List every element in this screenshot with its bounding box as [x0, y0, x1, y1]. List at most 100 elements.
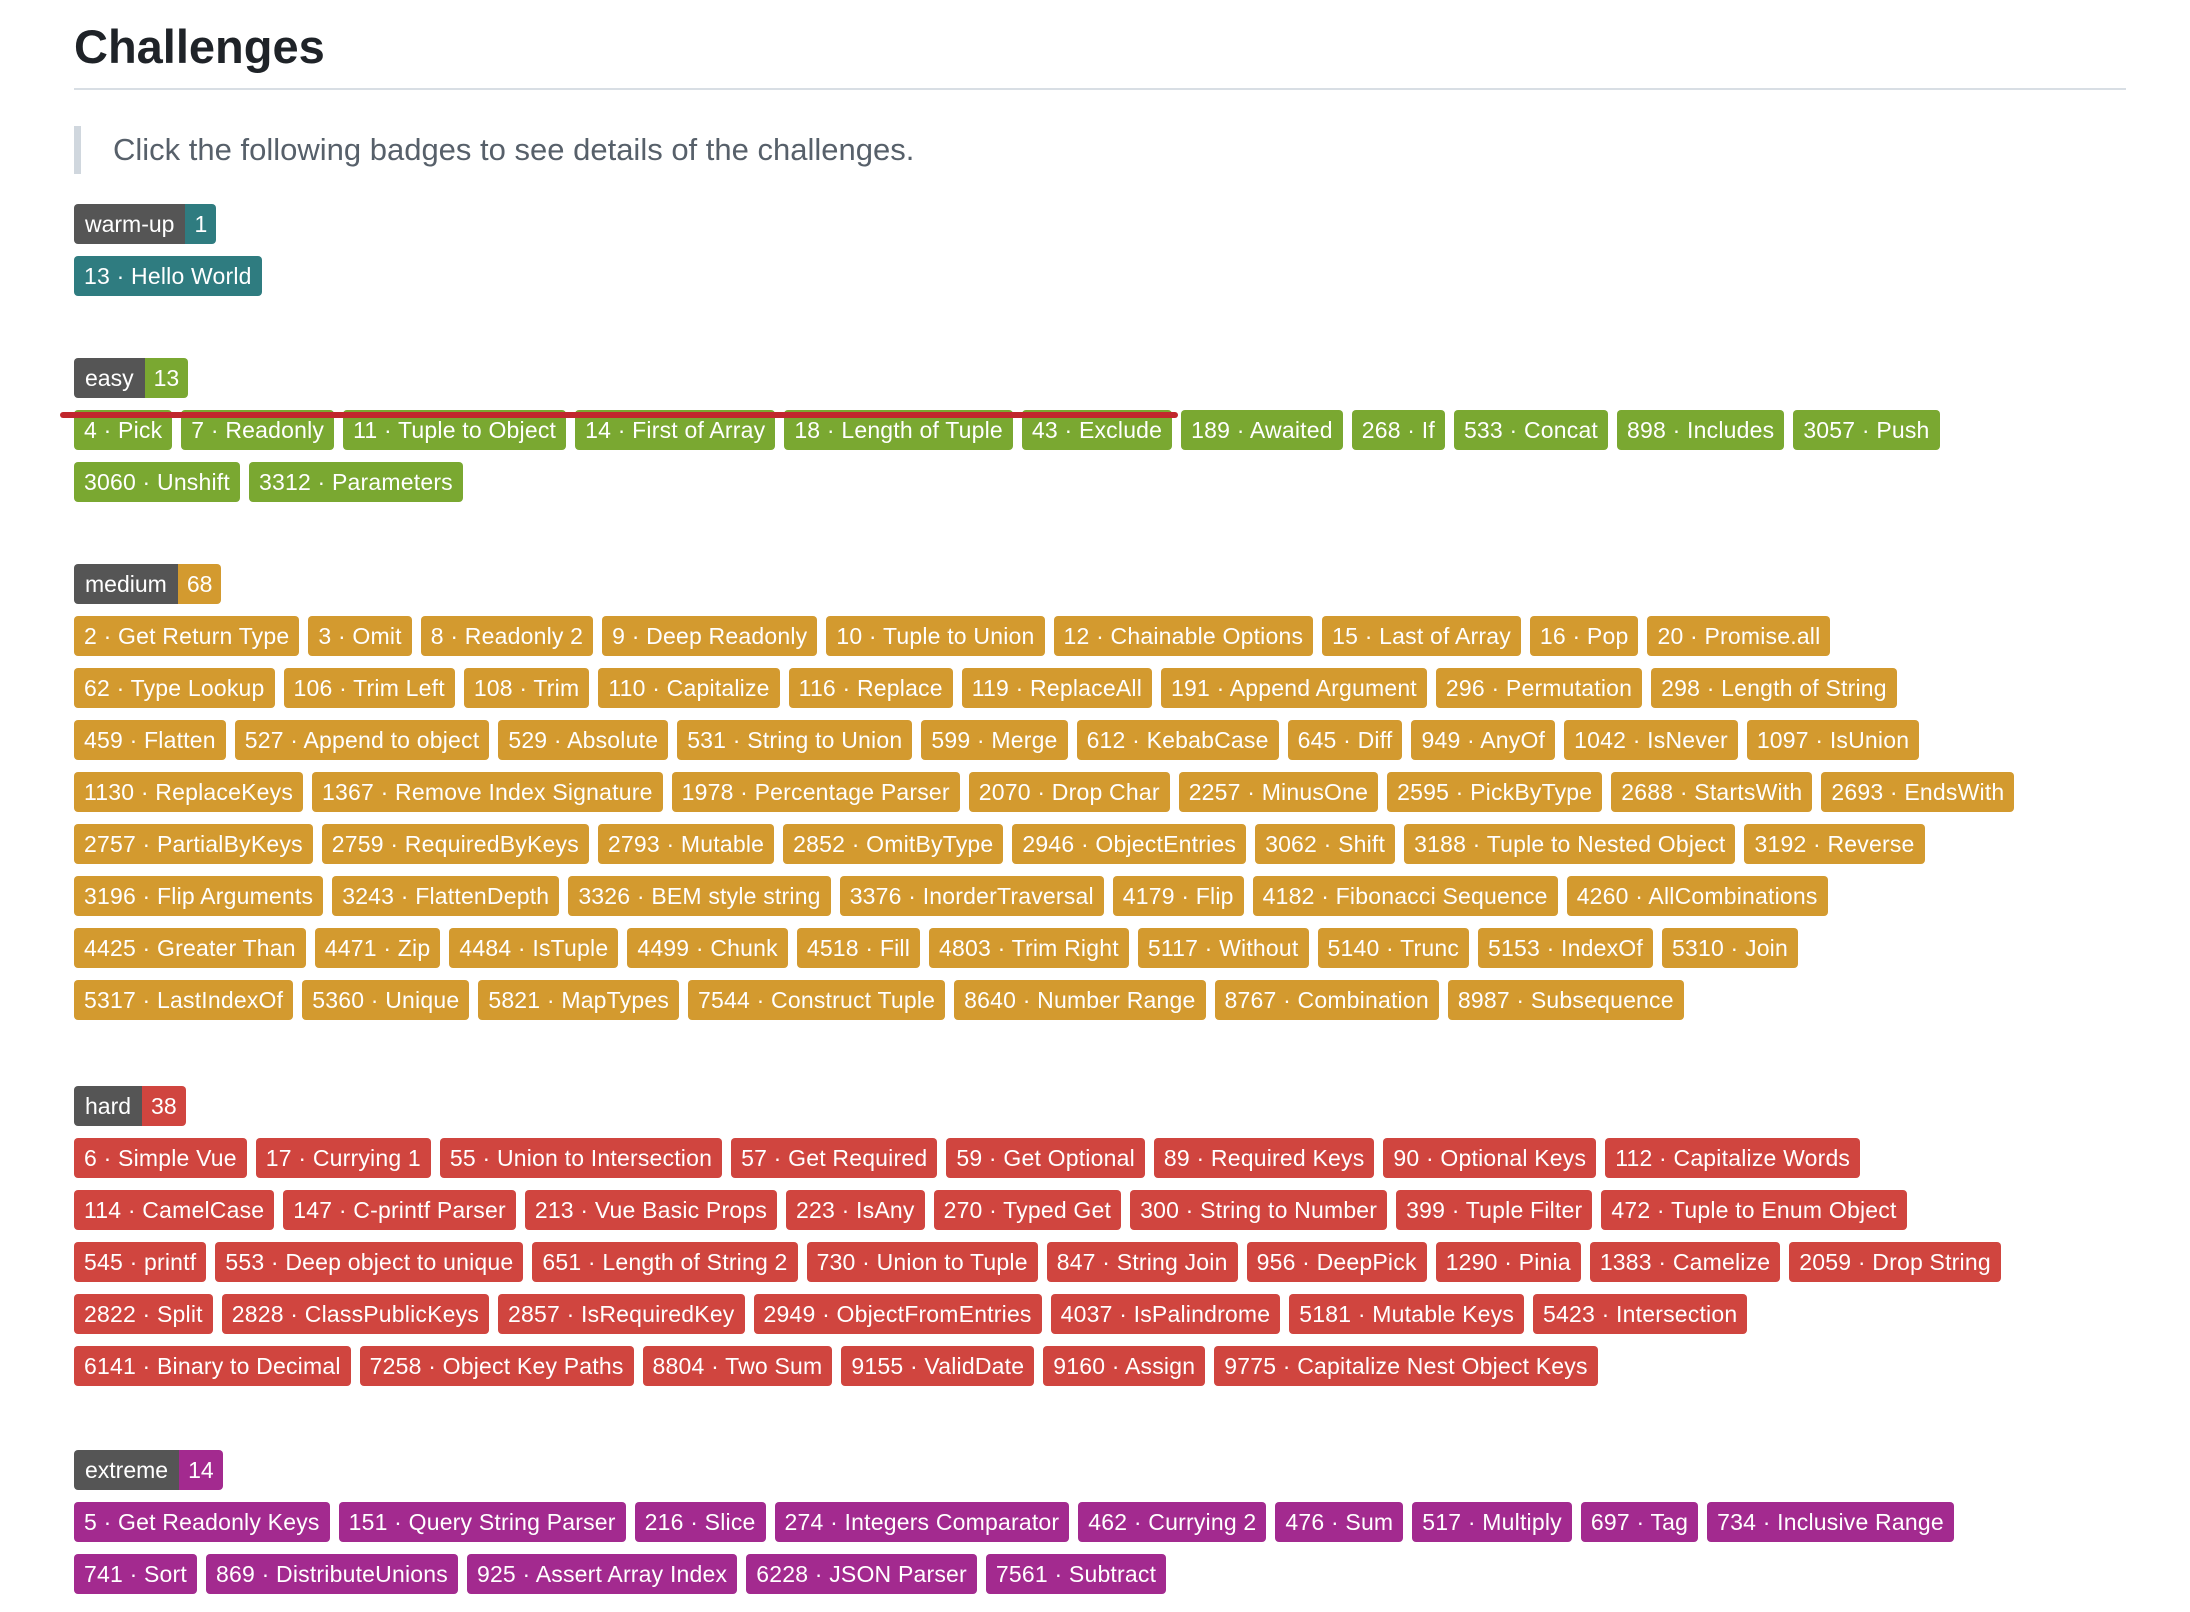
challenge-badge[interactable]: 8640 · Number Range — [954, 980, 1206, 1020]
challenge-badge[interactable]: 116 · Replace — [788, 668, 953, 708]
challenge-badge[interactable]: 730 · Union to Tuple — [806, 1242, 1038, 1282]
challenge-badge[interactable]: 9160 · Assign — [1043, 1346, 1206, 1386]
challenge-badge[interactable]: 8987 · Subsequence — [1447, 980, 1684, 1020]
challenge-badge[interactable]: 2828 · ClassPublicKeys — [221, 1294, 490, 1334]
challenge-badge[interactable]: 10 · Tuple to Union — [826, 616, 1045, 656]
hard-header-badge[interactable]: hard 38 — [74, 1086, 186, 1126]
challenge-badge[interactable]: 5 · Get Readonly Keys — [74, 1502, 330, 1542]
challenge-badge[interactable]: 17 · Currying 1 — [255, 1138, 431, 1178]
challenge-badge[interactable]: 12 · Chainable Options — [1053, 616, 1314, 656]
challenge-badge[interactable]: 296 · Permutation — [1435, 668, 1643, 708]
challenge-badge[interactable]: 1978 · Percentage Parser — [671, 772, 960, 812]
challenge-badge[interactable]: 476 · Sum — [1275, 1502, 1404, 1542]
challenge-badge[interactable]: 949 · AnyOf — [1411, 720, 1556, 760]
challenge-badge[interactable]: 869 · DistributeUnions — [206, 1554, 458, 1594]
challenge-badge[interactable]: 3376 · InorderTraversal — [839, 876, 1104, 916]
challenge-badge[interactable]: 59 · Get Optional — [946, 1138, 1145, 1178]
challenge-badge[interactable]: 651 · Length of String 2 — [532, 1242, 798, 1282]
challenge-badge[interactable]: 697 · Tag — [1580, 1502, 1699, 1542]
challenge-badge[interactable]: 191 · Append Argument — [1161, 668, 1427, 708]
challenge-badge[interactable]: 7258 · Object Key Paths — [359, 1346, 634, 1386]
challenge-badge[interactable]: 5360 · Unique — [302, 980, 470, 1020]
challenge-badge[interactable]: 3188 · Tuple to Nested Object — [1404, 824, 1736, 864]
challenge-badge[interactable]: 110 · Capitalize — [598, 668, 780, 708]
challenge-badge[interactable]: 57 · Get Required — [731, 1138, 938, 1178]
challenge-badge[interactable]: 2759 · RequiredByKeys — [321, 824, 589, 864]
challenge-badge[interactable]: 8767 · Combination — [1214, 980, 1439, 1020]
challenge-badge[interactable]: 4518 · Fill — [796, 928, 921, 968]
challenge-badge[interactable]: 741 · Sort — [74, 1554, 197, 1594]
challenge-badge[interactable]: 2822 · Split — [74, 1294, 213, 1334]
challenge-badge[interactable]: 462 · Currying 2 — [1078, 1502, 1267, 1542]
challenge-badge[interactable]: 6 · Simple Vue — [74, 1138, 247, 1178]
challenge-badge[interactable]: 298 · Length of String — [1651, 668, 1897, 708]
challenge-badge[interactable]: 268 · If — [1351, 410, 1445, 450]
challenge-badge[interactable]: 5181 · Mutable Keys — [1289, 1294, 1525, 1334]
challenge-badge[interactable]: 2693 · EndsWith — [1821, 772, 2015, 812]
challenge-badge[interactable]: 4425 · Greater Than — [74, 928, 306, 968]
challenge-badge[interactable]: 2946 · ObjectEntries — [1012, 824, 1247, 864]
challenge-badge[interactable]: 5117 · Without — [1137, 928, 1309, 968]
challenge-badge[interactable]: 956 · DeepPick — [1246, 1242, 1427, 1282]
challenge-badge[interactable]: 3062 · Shift — [1255, 824, 1396, 864]
challenge-badge[interactable]: 2070 · Drop Char — [968, 772, 1170, 812]
challenge-badge[interactable]: 898 · Includes — [1617, 410, 1785, 450]
challenge-badge[interactable]: 4182 · Fibonacci Sequence — [1252, 876, 1558, 916]
challenge-badge[interactable]: 9775 · Capitalize Nest Object Keys — [1214, 1346, 1598, 1386]
challenge-badge[interactable]: 527 · Append to object — [234, 720, 490, 760]
challenge-badge[interactable]: 553 · Deep object to unique — [215, 1242, 524, 1282]
challenge-badge[interactable]: 4260 · AllCombinations — [1566, 876, 1828, 916]
challenge-badge[interactable]: 55 · Union to Intersection — [439, 1138, 723, 1178]
challenge-badge[interactable]: 3243 · FlattenDepth — [332, 876, 560, 916]
challenge-badge[interactable]: 599 · Merge — [921, 720, 1068, 760]
challenge-badge[interactable]: 5140 · Trunc — [1317, 928, 1470, 968]
challenge-badge[interactable]: 2059 · Drop String — [1789, 1242, 2001, 1282]
challenge-badge[interactable]: 472 · Tuple to Enum Object — [1601, 1190, 1907, 1230]
challenge-badge[interactable]: 151 · Query String Parser — [338, 1502, 626, 1542]
challenge-badge[interactable]: 5153 · IndexOf — [1478, 928, 1653, 968]
challenge-badge[interactable]: 7544 · Construct Tuple — [688, 980, 946, 1020]
challenge-badge[interactable]: 612 · KebabCase — [1076, 720, 1279, 760]
challenge-badge[interactable]: 7561 · Subtract — [985, 1554, 1167, 1594]
challenge-badge[interactable]: 529 · Absolute — [498, 720, 669, 760]
challenge-badge[interactable]: 8804 · Two Sum — [642, 1346, 833, 1386]
challenge-badge[interactable]: 2949 · ObjectFromEntries — [753, 1294, 1042, 1334]
challenge-badge[interactable]: 2 · Get Return Type — [74, 616, 300, 656]
challenge-badge[interactable]: 3057 · Push — [1793, 410, 1940, 450]
challenge-badge[interactable]: 6141 · Binary to Decimal — [74, 1346, 351, 1386]
challenge-badge[interactable]: 213 · Vue Basic Props — [524, 1190, 778, 1230]
challenge-badge[interactable]: 734 · Inclusive Range — [1707, 1502, 1954, 1542]
challenge-badge[interactable]: 223 · IsAny — [786, 1190, 925, 1230]
challenge-badge[interactable]: 645 · Diff — [1287, 720, 1403, 760]
challenge-badge[interactable]: 108 · Trim — [463, 668, 590, 708]
challenge-badge[interactable]: 2852 · OmitByType — [783, 824, 1004, 864]
challenge-badge[interactable]: 1130 · ReplaceKeys — [74, 772, 304, 812]
challenge-badge[interactable]: 119 · ReplaceAll — [961, 668, 1153, 708]
challenge-badge[interactable]: 147 · C-printf Parser — [283, 1190, 516, 1230]
challenge-badge[interactable]: 9 · Deep Readonly — [602, 616, 818, 656]
challenge-badge[interactable]: 2757 · PartialByKeys — [74, 824, 313, 864]
challenge-badge[interactable]: 925 · Assert Array Index — [466, 1554, 738, 1594]
challenge-badge[interactable]: 13 · Hello World — [74, 256, 262, 296]
challenge-badge[interactable]: 517 · Multiply — [1412, 1502, 1572, 1542]
challenge-badge[interactable]: 2595 · PickByType — [1387, 772, 1603, 812]
challenge-badge[interactable]: 4179 · Flip — [1112, 876, 1244, 916]
challenge-badge[interactable]: 3192 · Reverse — [1744, 824, 1925, 864]
challenge-badge[interactable]: 2793 · Mutable — [597, 824, 775, 864]
challenge-badge[interactable]: 189 · Awaited — [1181, 410, 1343, 450]
challenge-badge[interactable]: 1097 · IsUnion — [1746, 720, 1920, 760]
challenge-badge[interactable]: 1383 · Camelize — [1589, 1242, 1781, 1282]
challenge-badge[interactable]: 16 · Pop — [1529, 616, 1639, 656]
challenge-badge[interactable]: 5310 · Join — [1661, 928, 1798, 968]
challenge-badge[interactable]: 9155 · ValidDate — [841, 1346, 1035, 1386]
challenge-badge[interactable]: 3326 · BEM style string — [568, 876, 831, 916]
challenge-badge[interactable]: 216 · Slice — [634, 1502, 766, 1542]
challenge-badge[interactable]: 114 · CamelCase — [74, 1190, 275, 1230]
challenge-badge[interactable]: 1290 · Pinia — [1435, 1242, 1581, 1282]
challenge-badge[interactable]: 459 · Flatten — [74, 720, 226, 760]
challenge-badge[interactable]: 5423 · Intersection — [1533, 1294, 1748, 1334]
challenge-badge[interactable]: 6228 · JSON Parser — [746, 1554, 977, 1594]
challenge-badge[interactable]: 531 · String to Union — [677, 720, 913, 760]
challenge-badge[interactable]: 4471 · Zip — [314, 928, 441, 968]
challenge-badge[interactable]: 300 · String to Number — [1130, 1190, 1388, 1230]
